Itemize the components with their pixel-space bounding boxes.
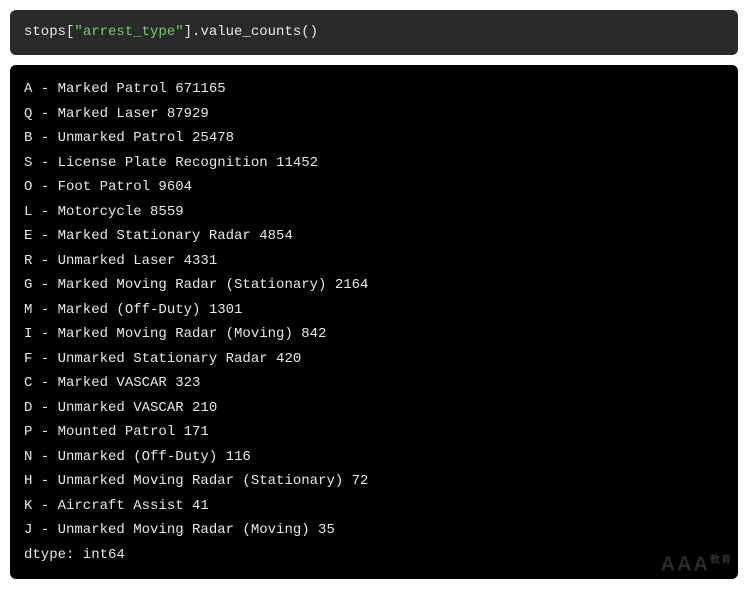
output-line: I - Marked Moving Radar (Moving) 842	[24, 322, 724, 347]
code-token-prefix: stops[	[24, 24, 74, 40]
output-line: E - Marked Stationary Radar 4854	[24, 224, 724, 249]
output-line: D - Unmarked VASCAR 210	[24, 396, 724, 421]
output-line: B - Unmarked Patrol 25478	[24, 126, 724, 151]
output-line: N - Unmarked (Off-Duty) 116	[24, 445, 724, 470]
output-line: G - Marked Moving Radar (Stationary) 216…	[24, 273, 724, 298]
code-cell: stops["arrest_type"].value_counts()	[10, 10, 738, 55]
output-dtype: dtype: int64	[24, 543, 724, 568]
code-token-suffix: ].value_counts()	[184, 24, 318, 40]
output-line: Q - Marked Laser 87929	[24, 102, 724, 127]
output-line: S - License Plate Recognition 11452	[24, 151, 724, 176]
output-line: R - Unmarked Laser 4331	[24, 249, 724, 274]
output-line: O - Foot Patrol 9604	[24, 175, 724, 200]
output-cell: A - Marked Patrol 671165Q - Marked Laser…	[10, 65, 738, 579]
output-line: A - Marked Patrol 671165	[24, 77, 724, 102]
output-line: J - Unmarked Moving Radar (Moving) 35	[24, 518, 724, 543]
output-line: M - Marked (Off-Duty) 1301	[24, 298, 724, 323]
output-line: H - Unmarked Moving Radar (Stationary) 7…	[24, 469, 724, 494]
output-line: P - Mounted Patrol 171	[24, 420, 724, 445]
output-line: C - Marked VASCAR 323	[24, 371, 724, 396]
output-line: L - Motorcycle 8559	[24, 200, 724, 225]
output-line: F - Unmarked Stationary Radar 420	[24, 347, 724, 372]
code-token-string: "arrest_type"	[74, 24, 183, 40]
output-line: K - Aircraft Assist 41	[24, 494, 724, 519]
